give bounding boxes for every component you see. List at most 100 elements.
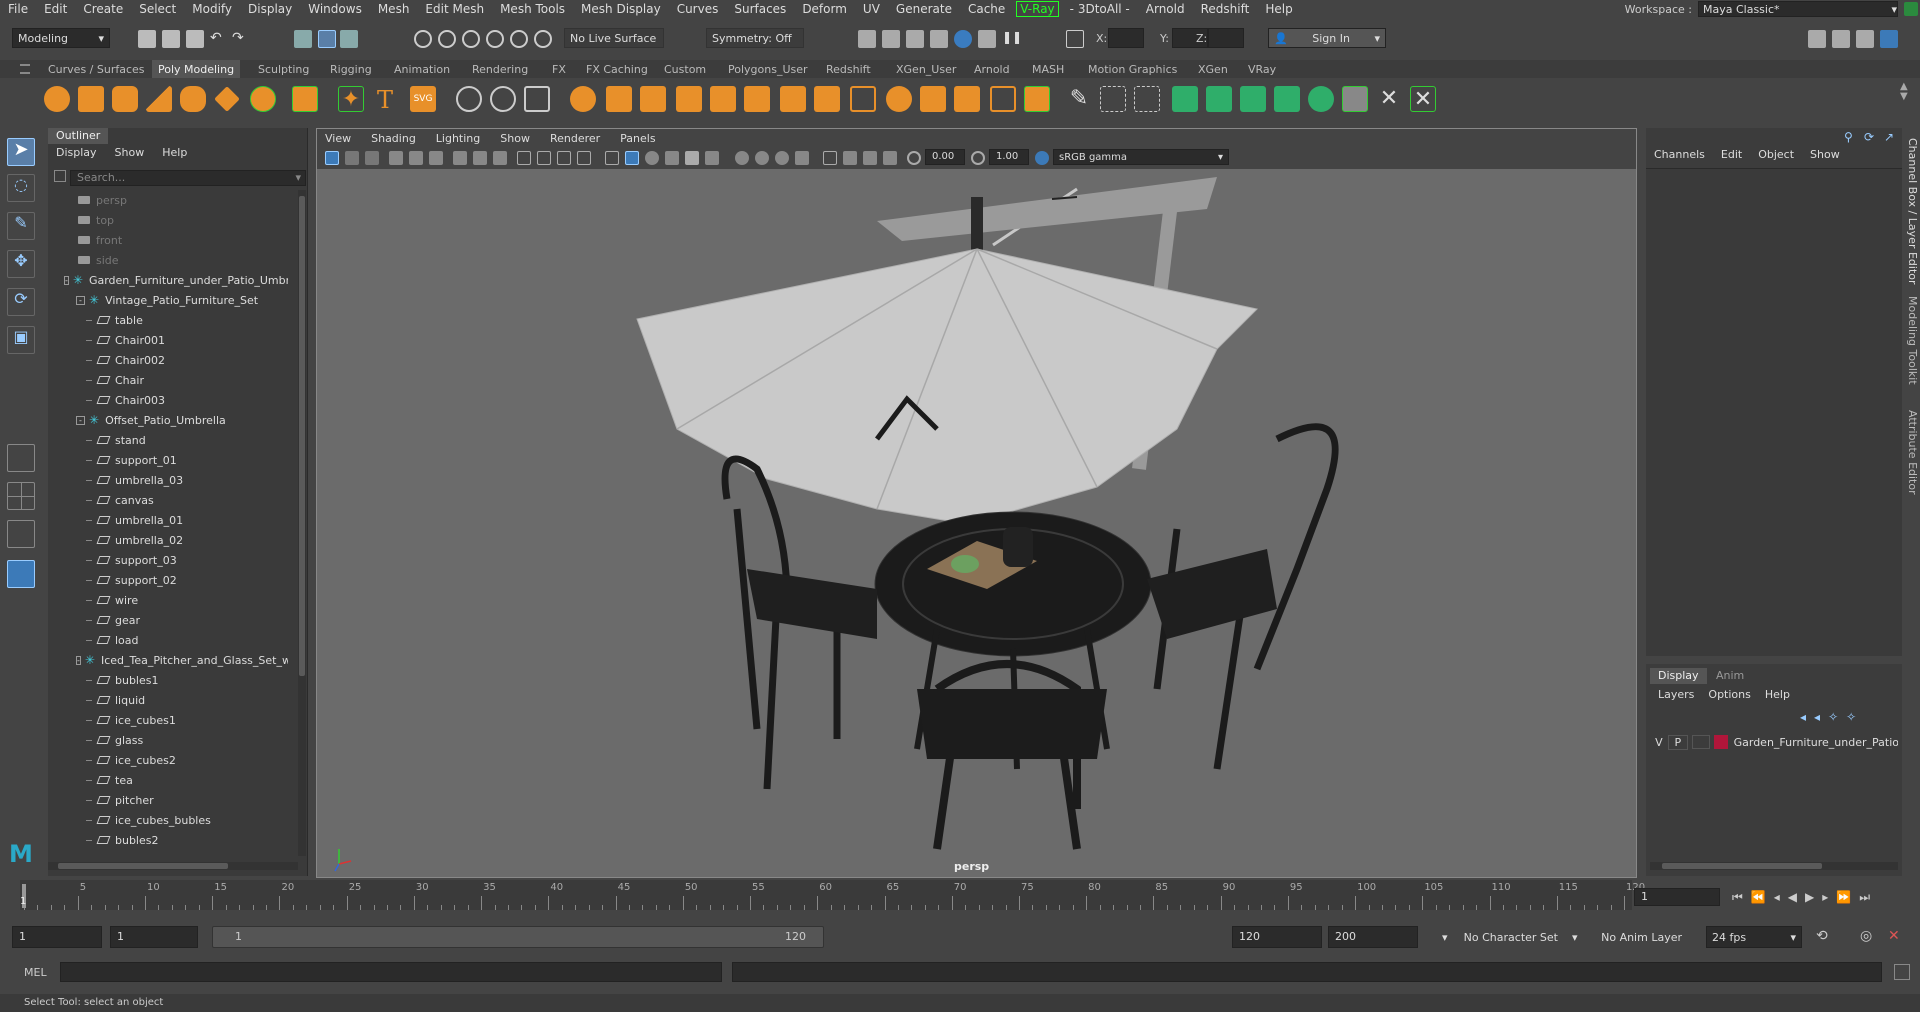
super-shape-icon[interactable]: ✦ xyxy=(338,86,364,112)
exposure-field[interactable]: 0.00 xyxy=(925,149,965,165)
shadows-icon[interactable] xyxy=(705,151,719,165)
poly-cone-icon[interactable] xyxy=(146,86,172,112)
poly-torus-icon[interactable] xyxy=(180,86,206,112)
render-frame-icon[interactable] xyxy=(882,30,900,48)
scale-tool-icon[interactable]: ▣ xyxy=(7,326,35,354)
select-object-icon[interactable] xyxy=(318,30,336,48)
anim-preferences-icon[interactable]: ✕ xyxy=(1888,928,1900,944)
search-options-icon[interactable] xyxy=(54,170,66,182)
default-material-icon[interactable] xyxy=(645,151,659,165)
shelf-tab-sculpting[interactable]: Sculpting xyxy=(252,60,315,78)
safe-title-icon[interactable] xyxy=(577,151,591,165)
outliner-item[interactable]: side xyxy=(48,250,288,270)
menu-surfaces[interactable]: Surfaces xyxy=(726,2,794,16)
lasso-tool-icon[interactable]: ◌ xyxy=(7,174,35,202)
layer-playback-toggle[interactable]: P xyxy=(1667,734,1688,750)
planar-mapping-icon[interactable] xyxy=(1172,86,1198,112)
outliner-search-input[interactable]: Search... ▾ xyxy=(70,170,306,186)
layer-menu-options[interactable]: Options xyxy=(1708,688,1750,701)
uv-editor-icon[interactable] xyxy=(1308,86,1334,112)
menu-vray[interactable]: V-Ray xyxy=(1016,1,1059,17)
motion-blur-icon[interactable] xyxy=(755,151,769,165)
poly-plane-icon[interactable] xyxy=(214,86,240,112)
z-field[interactable] xyxy=(1208,28,1244,48)
collapse-toggle-icon[interactable]: - xyxy=(76,295,85,305)
outliner-item[interactable]: bubles1 xyxy=(48,670,288,690)
layer-type-toggle[interactable] xyxy=(1691,735,1710,749)
gate-mask-icon[interactable] xyxy=(517,151,531,165)
cylindrical-mapping-icon[interactable] xyxy=(1206,86,1232,112)
go-to-end-icon[interactable]: ⏭ xyxy=(1859,890,1870,905)
camera-attributes-icon[interactable] xyxy=(345,151,359,165)
layer-menu-help[interactable]: Help xyxy=(1765,688,1790,701)
cut-uv-icon[interactable]: ✕ xyxy=(1376,86,1402,112)
outliner-item[interactable]: umbrella_03 xyxy=(48,470,288,490)
menu-help[interactable]: Help xyxy=(1257,2,1300,16)
paint-select-icon[interactable]: ✎ xyxy=(7,212,35,240)
move-tool-icon[interactable]: ✥ xyxy=(7,250,35,278)
merge-icon[interactable] xyxy=(954,86,980,112)
step-forward-key-icon[interactable]: ⏩ xyxy=(1836,890,1851,905)
shelf-tab-rendering[interactable]: Rendering xyxy=(466,60,534,78)
mirror-icon[interactable] xyxy=(744,86,770,112)
xray-joints-icon[interactable] xyxy=(863,151,877,165)
animation-end-field[interactable]: 200 xyxy=(1328,926,1418,948)
select-component-icon[interactable] xyxy=(340,30,358,48)
collapse-toggle-icon[interactable]: - xyxy=(64,275,69,285)
single-perspective-layout-icon[interactable] xyxy=(7,444,35,472)
channel-box-expand-icon[interactable]: ↗ xyxy=(1884,130,1898,144)
automatic-mapping-icon[interactable] xyxy=(1274,86,1300,112)
snap-curve-icon[interactable] xyxy=(438,30,456,48)
gamma-icon[interactable] xyxy=(971,151,985,165)
outliner-item[interactable]: - ✳ Vintage_Patio_Furniture_Set xyxy=(48,290,288,310)
wireframe-icon[interactable] xyxy=(605,151,619,165)
menu-file[interactable]: File xyxy=(0,2,36,16)
gamma-field[interactable]: 1.00 xyxy=(989,149,1029,165)
outliner-item[interactable]: - ✳ Garden_Furniture_under_Patio_Umbr xyxy=(48,270,288,290)
coordinates-icon[interactable] xyxy=(524,86,550,112)
menu-mesh-tools[interactable]: Mesh Tools xyxy=(492,2,573,16)
two-d-pan-icon[interactable] xyxy=(409,151,423,165)
snap-view-icon[interactable] xyxy=(486,30,504,48)
menu-edit[interactable]: Edit xyxy=(36,2,75,16)
textured-icon[interactable] xyxy=(665,151,679,165)
go-to-start-icon[interactable]: ⏮ xyxy=(1732,890,1743,905)
layer-tab-anim[interactable]: Anim xyxy=(1708,668,1752,684)
multi-cut-icon[interactable]: ✎ xyxy=(1066,86,1092,112)
shelf-tab-redshift[interactable]: Redshift xyxy=(820,60,877,78)
shelf-tab-xgen[interactable]: XGen xyxy=(1192,60,1234,78)
side-tab-modeling-toolkit[interactable]: Modeling Toolkit xyxy=(1906,296,1919,385)
isolate-select-icon[interactable] xyxy=(823,151,837,165)
lock-icon[interactable] xyxy=(1904,2,1918,16)
attribute-editor-icon[interactable] xyxy=(1832,30,1850,48)
outliner-item[interactable]: top xyxy=(48,210,288,230)
type-tool-icon[interactable]: T xyxy=(372,86,398,114)
save-scene-icon[interactable] xyxy=(186,30,204,48)
select-hierarchy-icon[interactable] xyxy=(294,30,312,48)
menu-windows[interactable]: Windows xyxy=(300,2,370,16)
viewport-menu-lighting[interactable]: Lighting xyxy=(436,132,480,145)
grid-icon[interactable] xyxy=(453,151,467,165)
menu-modify[interactable]: Modify xyxy=(184,2,240,16)
outliner-item[interactable]: Chair001 xyxy=(48,330,288,350)
outliner-item[interactable]: Chair002 xyxy=(48,350,288,370)
shelf-tab-xgen-user[interactable]: XGen_User xyxy=(890,60,962,78)
channel-menu-channels[interactable]: Channels xyxy=(1654,148,1705,161)
shelf-tab-rigging[interactable]: Rigging xyxy=(324,60,378,78)
render-settings-icon[interactable] xyxy=(930,30,948,48)
menu-uv[interactable]: UV xyxy=(855,2,888,16)
use-all-lights-icon[interactable] xyxy=(685,151,699,165)
channel-menu-show[interactable]: Show xyxy=(1810,148,1840,161)
mode-dropdown[interactable]: Modeling ▾ xyxy=(12,28,110,48)
menu-mesh[interactable]: Mesh xyxy=(370,2,418,16)
outliner-item[interactable]: load xyxy=(48,630,288,650)
sign-in-button[interactable]: 👤 Sign In ▾ xyxy=(1268,28,1386,48)
depth-of-field-icon[interactable] xyxy=(795,151,809,165)
shelf-tab-motion-graphics[interactable]: Motion Graphics xyxy=(1082,60,1183,78)
outliner-item[interactable]: support_02 xyxy=(48,570,288,590)
shelf-menu-icon[interactable] xyxy=(20,64,30,74)
script-editor-icon[interactable] xyxy=(1894,964,1910,980)
menu-mesh-display[interactable]: Mesh Display xyxy=(573,2,669,16)
x-field[interactable] xyxy=(1108,28,1144,48)
color-management-icon[interactable] xyxy=(1035,151,1049,165)
